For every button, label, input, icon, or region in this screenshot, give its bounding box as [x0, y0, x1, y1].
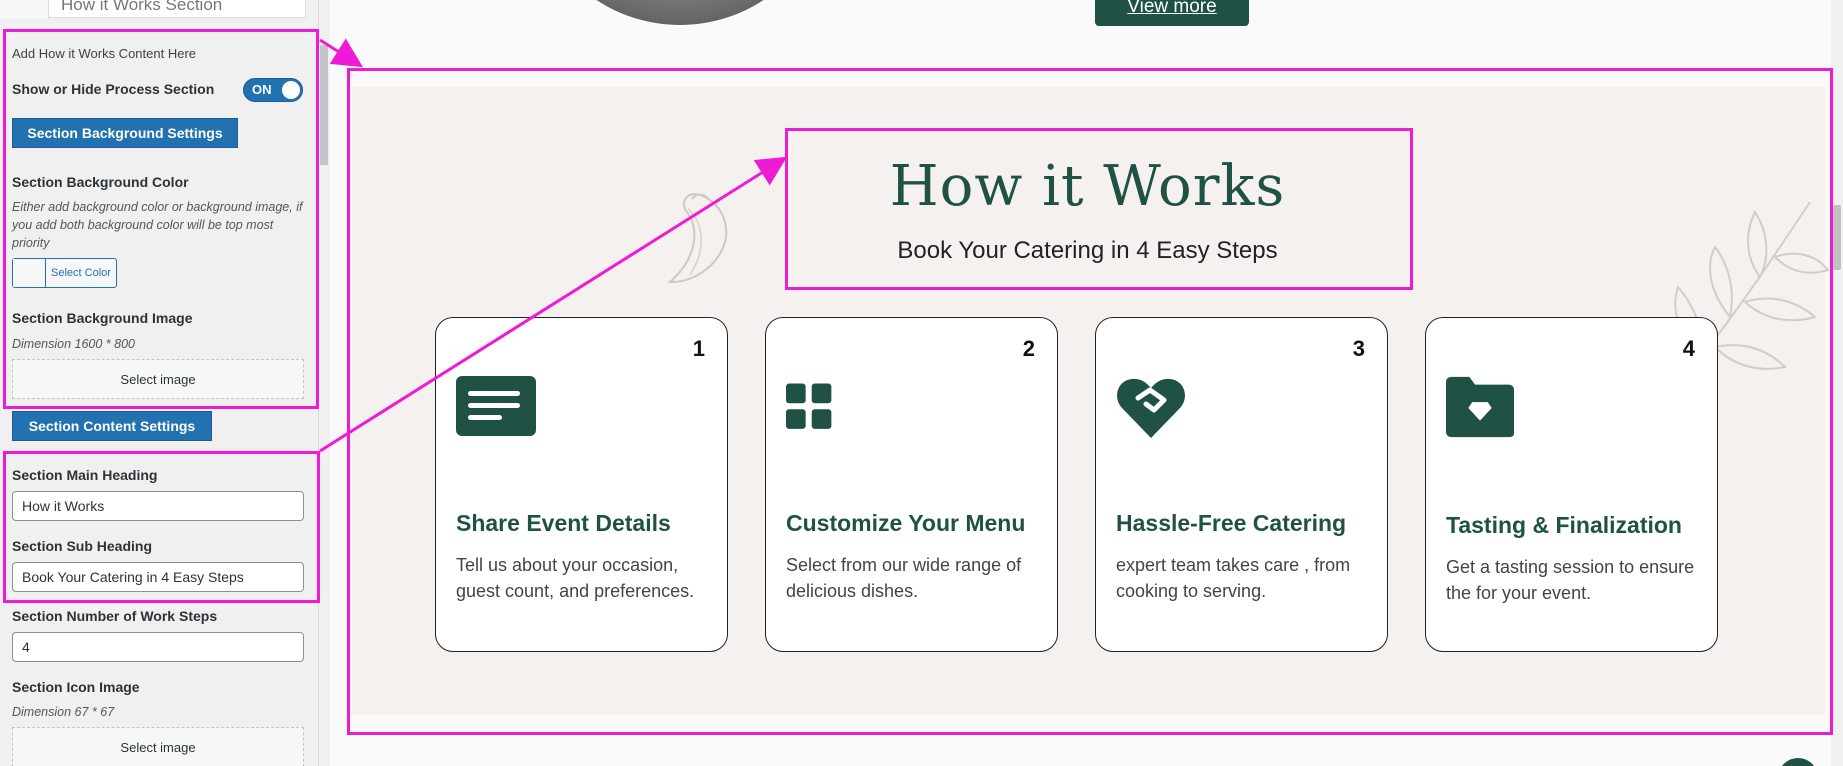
hero-food-image	[530, 0, 830, 25]
step-description: Select from our wide range of delicious …	[786, 555, 1022, 601]
step-title: Hassle-Free Catering	[1116, 510, 1347, 536]
preview-scrollbar[interactable]	[1831, 0, 1843, 766]
step-description: Tell us about your occasion, guest count…	[456, 555, 695, 601]
show-process-toggle[interactable]: ON	[243, 78, 303, 102]
bg-image-dimension: Dimension 1600 * 800	[12, 337, 135, 351]
step-card-1: 1 Share Event Details Tell us about your…	[435, 317, 728, 652]
step-card-4: 4 Tasting & Finalization Get a tasting s…	[1425, 317, 1718, 652]
customizer-sidebar: How it Works Section Add How it Works Co…	[0, 0, 330, 766]
step-title: Tasting & Finalization	[1446, 512, 1682, 538]
step-number: 1	[692, 336, 705, 361]
toggle-knob	[282, 81, 300, 99]
step-description: Get a tasting session to ensure the for …	[1446, 557, 1695, 603]
scroll-top-button[interactable]	[1778, 758, 1818, 766]
grid-icon	[786, 383, 832, 429]
select-bg-image-button[interactable]: Select image	[12, 359, 304, 399]
step-number: 2	[1022, 336, 1035, 361]
steps-input[interactable]	[12, 632, 304, 662]
section-main-heading: How it Works	[889, 154, 1286, 219]
view-more-button[interactable]: View more	[1095, 0, 1249, 26]
step-title: Share Event Details	[456, 510, 671, 536]
step-number: 3	[1352, 336, 1365, 361]
folder-diamond-icon	[1446, 376, 1514, 438]
step-number: 4	[1682, 336, 1695, 361]
heart-handshake-icon	[1117, 378, 1185, 438]
icon-image-label: Section Icon Image	[12, 679, 140, 695]
select-color-button[interactable]: Select Color	[12, 258, 117, 288]
back-button[interactable]	[0, 0, 49, 18]
step-card-2: 2 Customize Your Menu Select from our wi…	[765, 317, 1058, 652]
steps-label: Section Number of Work Steps	[12, 608, 218, 624]
step-title: Customize Your Menu	[786, 510, 1026, 536]
section-title-tab: How it Works Section	[48, 0, 306, 18]
select-color-label: Select Color	[51, 267, 111, 279]
sub-heading-label: Section Sub Heading	[12, 538, 153, 554]
main-heading-input[interactable]	[12, 491, 304, 521]
document-lines-icon	[456, 376, 536, 436]
bg-color-label: Section Background Color	[12, 174, 189, 190]
site-preview: View more How it Works Book Your Caterin…	[330, 0, 1843, 766]
toggle-label: Show or Hide Process Section	[12, 81, 215, 97]
sub-heading-input[interactable]	[12, 562, 304, 592]
content-settings-button[interactable]: Section Content Settings	[12, 411, 212, 441]
sidebar-scroll-thumb[interactable]	[320, 45, 328, 165]
background-settings-button[interactable]: Section Background Settings	[12, 118, 238, 148]
bg-image-label: Section Background Image	[12, 310, 193, 326]
color-swatch	[13, 259, 46, 287]
bg-color-description: Either add background color or backgroun…	[12, 200, 303, 250]
step-description: expert team takes care , from cooking to…	[1116, 555, 1351, 601]
main-heading-label: Section Main Heading	[12, 467, 158, 483]
step-card-3: 3 Hassle-Free Catering expert team takes…	[1095, 317, 1388, 652]
preview-scroll-thumb[interactable]	[1833, 205, 1841, 270]
select-icon-image-button[interactable]: Select image	[12, 727, 304, 766]
intro-text: Add How it Works Content Here	[12, 46, 196, 61]
icon-image-dimension: Dimension 67 * 67	[12, 705, 115, 719]
section-sub-heading: Book Your Catering in 4 Easy Steps	[897, 237, 1278, 264]
toggle-state-text: ON	[252, 82, 272, 97]
how-it-works-section: How it Works Book Your Catering in 4 Eas…	[350, 87, 1830, 715]
